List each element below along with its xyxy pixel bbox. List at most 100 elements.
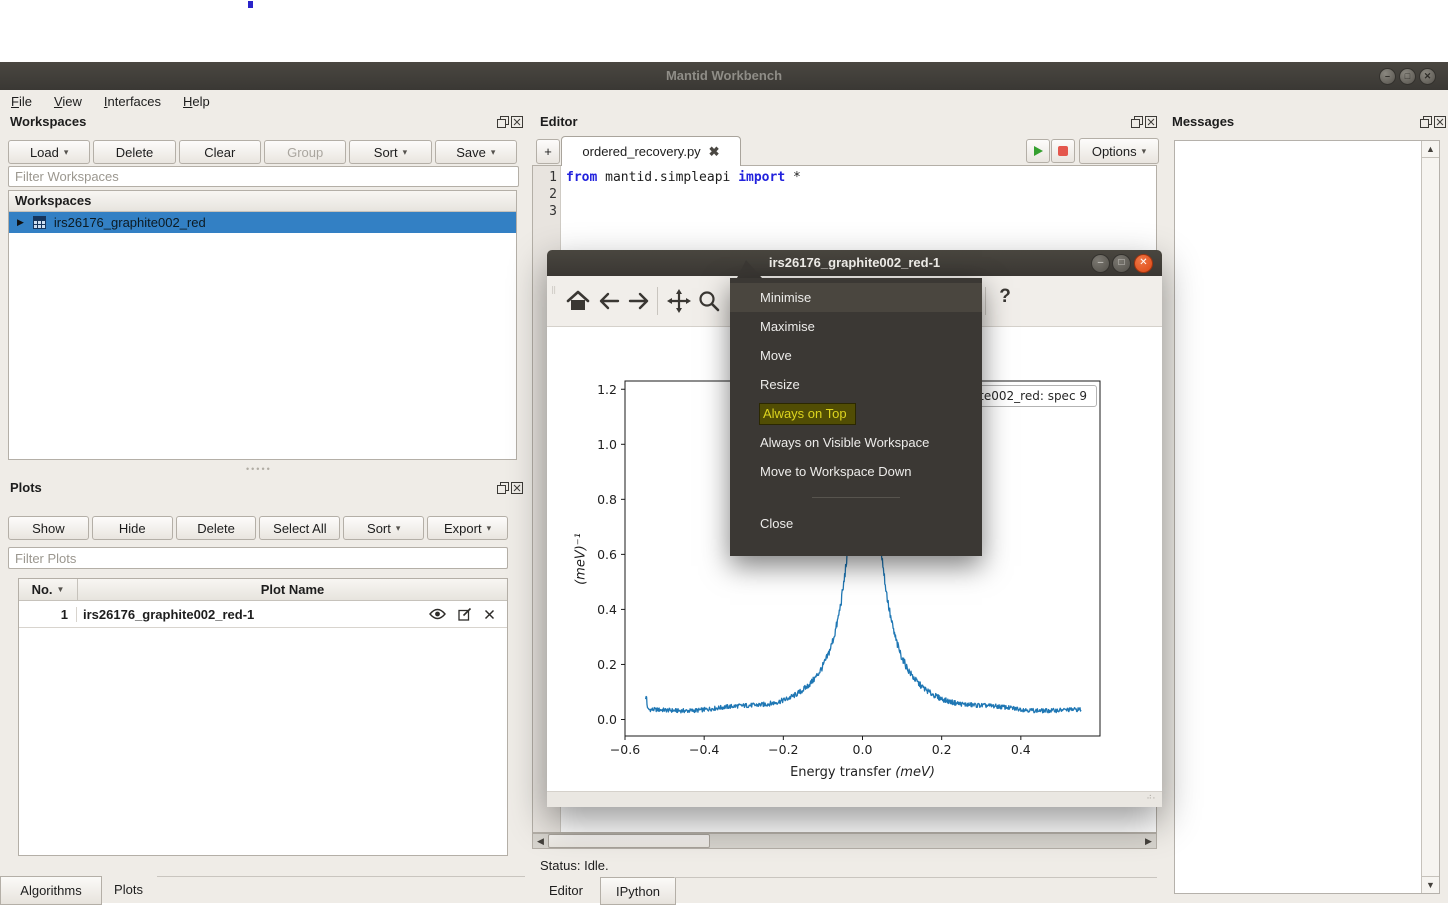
plots-float-icon[interactable] — [497, 482, 509, 494]
filter-plots-input[interactable] — [8, 547, 508, 569]
workspaces-clear-button[interactable]: Clear — [179, 140, 261, 164]
forward-icon[interactable] — [627, 289, 651, 313]
menu-item-close[interactable]: Close — [730, 509, 982, 538]
workspaces-list-header: Workspaces — [9, 191, 516, 212]
plots-show-button[interactable]: Show — [8, 516, 89, 540]
dock-splitter-handle[interactable]: ••••• — [246, 468, 280, 472]
new-tab-button[interactable]: + — [536, 139, 560, 164]
plots-table: No.▼ Plot Name 1irs26176_graphite002_red… — [18, 578, 508, 856]
svg-text:−0.6: −0.6 — [610, 742, 640, 757]
svg-text:1.2: 1.2 — [597, 382, 617, 397]
context-menu-pointer — [733, 260, 763, 278]
help-icon[interactable]: ? — [995, 286, 1015, 314]
svg-text:0.0: 0.0 — [597, 712, 617, 727]
zoom-icon[interactable] — [697, 289, 721, 313]
plot-list-row[interactable]: 1irs26176_graphite002_red-1 — [19, 601, 507, 628]
workspaces-sort-button[interactable]: Sort▾ — [349, 140, 431, 164]
workspace-item-label: irs26176_graphite002_red — [54, 215, 206, 230]
menu-item-always-on-visible-workspace[interactable]: Always on Visible Workspace — [730, 428, 982, 457]
menu-help[interactable]: Help — [172, 94, 221, 109]
figure-titlebar[interactable]: irs26176_graphite002_red-1 – □ ✕ — [547, 250, 1162, 276]
scroll-down-icon[interactable]: ▼ — [1422, 876, 1439, 893]
hscroll-thumb[interactable] — [548, 834, 710, 848]
back-icon[interactable] — [597, 289, 621, 313]
editor-tab-label: ordered_recovery.py — [582, 144, 700, 159]
expand-arrow-icon[interactable]: ▶ — [17, 217, 24, 228]
svg-text:0.4: 0.4 — [1011, 742, 1031, 757]
options-button[interactable]: Options▾ — [1079, 138, 1159, 164]
figure-close-button[interactable]: ✕ — [1134, 254, 1153, 273]
resize-grip[interactable]: ⠴⠄ — [1146, 795, 1158, 799]
svg-text:0.4: 0.4 — [597, 602, 617, 617]
show-plot-eye-icon[interactable] — [429, 608, 446, 620]
workspaces-float-icon[interactable] — [497, 116, 509, 128]
menu-item-move-to-workspace-down[interactable]: Move to Workspace Down — [730, 457, 982, 486]
workspaces-group-button: Group — [264, 140, 346, 164]
editor-tab[interactable]: ordered_recovery.py ✖ — [561, 136, 741, 166]
workspaces-save-button[interactable]: Save▾ — [435, 140, 517, 164]
tab-editor[interactable]: Editor — [536, 877, 596, 903]
line-number: 3 — [533, 203, 557, 220]
tab-plots[interactable]: Plots — [100, 876, 157, 903]
messages-panel-title: Messages — [1172, 114, 1234, 129]
toolbar-drag-handle[interactable]: ⣿ — [551, 288, 557, 314]
column-header-plot-name[interactable]: Plot Name — [78, 579, 507, 601]
line-number: 2 — [533, 186, 557, 203]
column-header-no[interactable]: No.▼ — [19, 579, 78, 601]
plots-close-icon[interactable] — [511, 482, 523, 494]
messages-log[interactable]: ▲ ▼ — [1174, 140, 1440, 894]
plots-sort-button[interactable]: Sort▾ — [343, 516, 424, 540]
editor-float-icon[interactable] — [1131, 116, 1143, 128]
scroll-left-icon[interactable]: ◀ — [534, 835, 547, 847]
dropdown-arrow-icon: ▾ — [64, 147, 69, 158]
workspace-item[interactable]: ▶ irs26176_graphite002_red — [9, 212, 516, 233]
y-axis-label: (meV)⁻¹ — [574, 533, 589, 585]
workspaces-load-button[interactable]: Load▾ — [8, 140, 90, 164]
close-button[interactable]: ✕ — [1419, 68, 1436, 85]
maximize-button[interactable]: □ — [1399, 68, 1416, 85]
scroll-up-icon[interactable]: ▲ — [1422, 141, 1439, 158]
filter-workspaces-input[interactable] — [8, 166, 519, 187]
plots-delete-button[interactable]: Delete — [176, 516, 257, 540]
menu-separator — [812, 497, 900, 498]
svg-text:0.6: 0.6 — [597, 547, 617, 562]
workspaces-delete-button[interactable]: Delete — [93, 140, 175, 164]
menu-file[interactable]: File — [0, 94, 43, 109]
menu-view[interactable]: View — [43, 94, 93, 109]
messages-float-icon[interactable] — [1420, 116, 1432, 128]
figure-maximize-button[interactable]: □ — [1112, 254, 1131, 273]
sort-indicator-icon: ▼ — [57, 585, 65, 594]
plot-row-name: irs26176_graphite002_red-1 — [77, 607, 429, 622]
plots-hide-button[interactable]: Hide — [92, 516, 173, 540]
plots-export-button[interactable]: Export▾ — [427, 516, 508, 540]
scroll-right-icon[interactable]: ▶ — [1142, 835, 1155, 847]
editor-close-icon[interactable] — [1145, 116, 1157, 128]
workspaces-close-icon[interactable] — [511, 116, 523, 128]
menu-interfaces[interactable]: Interfaces — [93, 94, 172, 109]
tab-close-icon[interactable]: ✖ — [709, 144, 720, 160]
minimize-button[interactable]: – — [1379, 68, 1396, 85]
svg-text:0.2: 0.2 — [932, 742, 952, 757]
svg-text:0.0: 0.0 — [853, 742, 873, 757]
plots-toolbar: ShowHideDeleteSelect AllSort▾Export▾ — [8, 516, 508, 540]
run-button[interactable] — [1026, 139, 1050, 163]
figure-statusbar: ⠴⠄ — [547, 791, 1162, 807]
plots-select-all-button[interactable]: Select All — [259, 516, 340, 540]
toolbar-separator — [985, 287, 986, 315]
menu-item-resize[interactable]: Resize — [730, 370, 982, 399]
tab-algorithms[interactable]: Algorithms — [0, 876, 102, 905]
menu-item-minimise[interactable]: Minimise — [730, 283, 982, 312]
menu-item-maximise[interactable]: Maximise — [730, 312, 982, 341]
editor-hscrollbar[interactable]: ◀ ▶ — [532, 833, 1157, 849]
messages-close-icon[interactable] — [1434, 116, 1446, 128]
menu-item-move[interactable]: Move — [730, 341, 982, 370]
messages-vscrollbar[interactable]: ▲ ▼ — [1421, 141, 1439, 893]
rename-plot-icon[interactable] — [458, 607, 472, 621]
figure-minimize-button[interactable]: – — [1091, 254, 1110, 273]
abort-button[interactable] — [1051, 139, 1075, 163]
home-icon[interactable] — [566, 289, 590, 313]
tab-ipython[interactable]: IPython — [600, 877, 676, 905]
close-plot-icon[interactable] — [484, 609, 495, 620]
pan-icon[interactable] — [667, 289, 691, 313]
menu-item-always-on-top[interactable]: Always on Top — [730, 399, 982, 428]
